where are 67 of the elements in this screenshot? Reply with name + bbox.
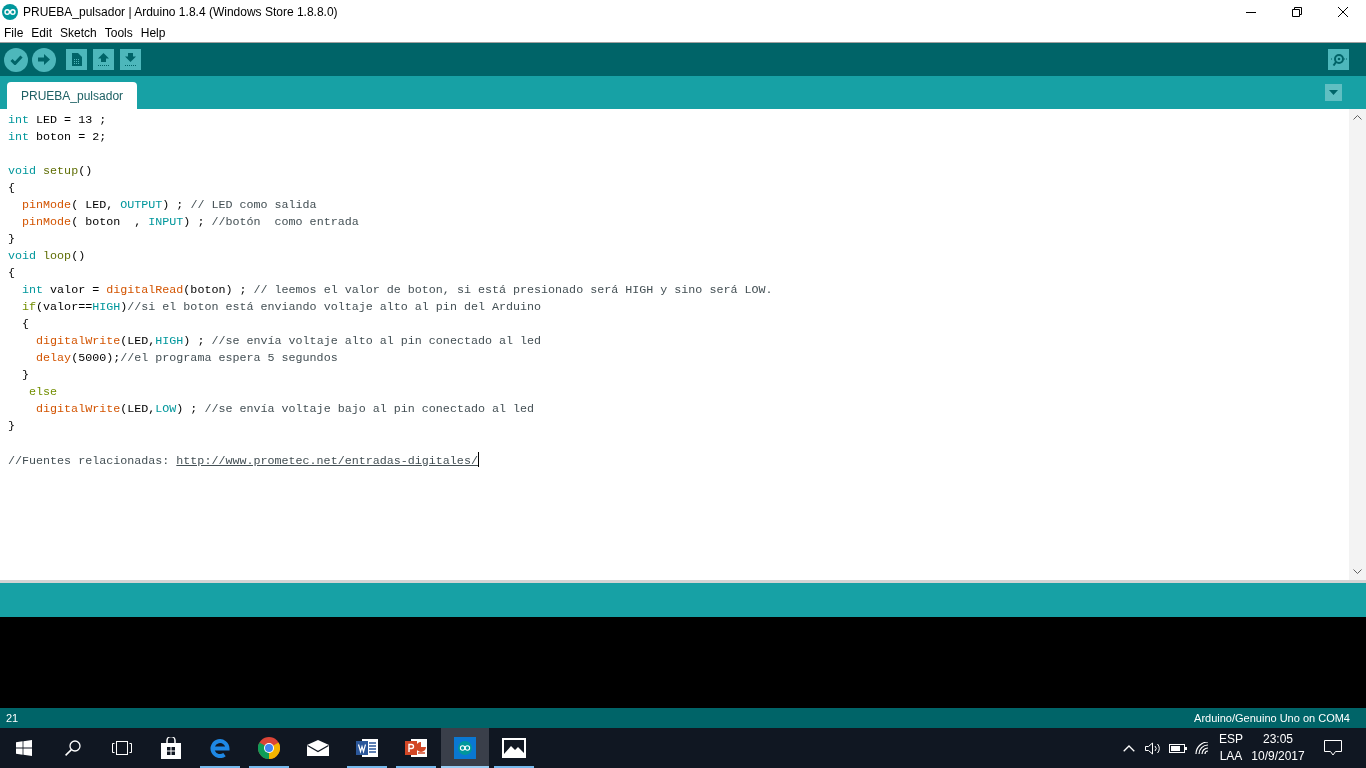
document-icon — [71, 53, 82, 66]
code-line: { — [8, 180, 15, 197]
four-panes-icon — [16, 740, 32, 756]
segmented-circle-icon — [258, 737, 280, 759]
tab-menu-button[interactable] — [1325, 84, 1342, 101]
notification-icon[interactable] — [1324, 740, 1342, 756]
code-line: int valor = digitalRead(boton) ; // leemos el valor de boton, si está presionado será HIGH y sino será LOW. — [21, 282, 773, 299]
close-icon — [1338, 7, 1348, 17]
code-line: } — [8, 418, 15, 435]
code-line: else — [28, 384, 58, 401]
save-button[interactable] — [120, 49, 141, 70]
menu-item[interactable]: Help — [136, 24, 170, 42]
code-line: delay(5000);//el programa espera 5 segundos — [35, 350, 338, 367]
triangle-down-icon — [1329, 90, 1338, 95]
envelope-icon — [307, 740, 329, 756]
restore-icon — [1292, 7, 1302, 17]
code-line: } — [8, 231, 15, 248]
minimize-icon — [1246, 11, 1256, 13]
document-tile-icon — [356, 738, 378, 758]
verify-button[interactable] — [4, 47, 28, 72]
menu-item[interactable]: Sketch — [56, 24, 101, 42]
stacked-frames-icon — [112, 741, 132, 755]
search-icon — [65, 740, 81, 756]
mountain-picture-icon — [502, 738, 526, 758]
menu-item[interactable]: Tools — [100, 24, 137, 42]
menu-item[interactable]: File — [0, 24, 28, 42]
url-link[interactable]: http://www.prometec.net/entradas-digitales/ — [176, 454, 478, 468]
upload-button[interactable] — [32, 47, 56, 72]
board-status: Arduino/Genuino Uno on COM4 — [1194, 712, 1350, 724]
code-line: void setup() — [8, 163, 93, 180]
code-line: digitalWrite(LED,LOW) ; //se envía voltaje bajo al pin conectado al led — [35, 401, 535, 418]
code-line: pinMode( LED, OUTPUT) ; // LED como salida — [21, 197, 317, 214]
clock-button[interactable]: 23:05 10/9/2017 — [1250, 731, 1306, 765]
language-button[interactable]: ESP LAA — [1216, 731, 1246, 765]
code-line: if(valor==HIGH)//si el boton está enviando voltaje alto al pin del Arduino — [21, 299, 542, 316]
vertical-scrollbar[interactable] — [1349, 109, 1366, 580]
battery-icon[interactable] — [1168, 743, 1187, 753]
open-button[interactable] — [93, 49, 114, 70]
arrow-right-icon — [38, 54, 50, 65]
infinity-tile-icon — [454, 737, 476, 759]
file-tab[interactable]: PRUEBA_pulsador — [7, 82, 138, 109]
text-cursor-icon — [477, 452, 479, 467]
new-button[interactable] — [66, 49, 87, 70]
slides-tile-icon — [405, 738, 427, 758]
shopping-bag-icon — [161, 737, 181, 759]
arrow-down-icon — [125, 53, 136, 66]
code-line: { — [21, 316, 30, 333]
code-line: } — [21, 367, 30, 384]
code-line: int boton = 2; — [8, 129, 107, 146]
letter-e-icon — [210, 738, 230, 758]
wifi-icon[interactable] — [1195, 742, 1209, 754]
menu-item[interactable]: Edit — [27, 24, 57, 42]
magnifier-icon — [1330, 53, 1347, 66]
chevron-down-icon[interactable] — [1353, 569, 1362, 574]
code-line: { — [8, 265, 15, 282]
speaker-icon[interactable] — [1145, 741, 1161, 755]
code-line: pinMode( boton , INPUT) ; //botón como entrada — [21, 214, 359, 231]
check-icon — [9, 54, 23, 65]
code-line: digitalWrite(LED,HIGH) ; //se envía voltaje alto al pin conectado al led — [35, 333, 542, 350]
line-number: 21 — [6, 712, 19, 724]
window-title: PRUEBA_pulsador | Arduino 1.8.4 (Windows Store 1.8.8.0) — [23, 5, 338, 19]
code-line: int LED = 13 ; — [8, 112, 107, 129]
taskbar-app-button[interactable] — [441, 728, 489, 768]
code-line: //Fuentes relacionadas: http://www.prometec.net/entradas-digitales/ — [8, 452, 479, 469]
arrow-up-icon — [98, 53, 109, 66]
serial-monitor-button[interactable] — [1328, 49, 1349, 70]
code-line: void loop() — [8, 248, 86, 265]
